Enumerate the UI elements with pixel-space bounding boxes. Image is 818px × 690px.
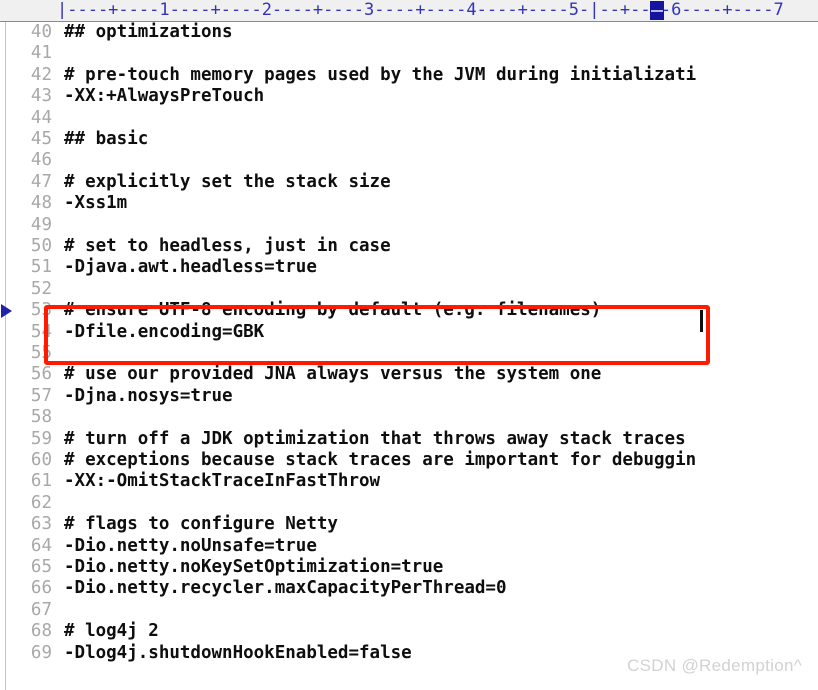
line-text[interactable]: -Dio.netty.recycler.maxCapacityPerThread… [64,578,507,599]
ruler-cursor-marker [650,1,664,20]
code-line[interactable]: 63 # flags to configure Netty [0,514,818,535]
line-number: 52 [30,278,52,299]
text-cursor-caret [700,310,703,332]
code-line[interactable]: 42 # pre-touch memory pages used by the J… [0,65,818,86]
line-number: 63 [30,514,52,535]
code-line[interactable]: 65 -Dio.netty.noKeySetOptimization=true [0,557,818,578]
line-number: 68 [30,621,52,642]
line-number: 44 [30,107,52,128]
ruler-scale-text: |----+----1----+----2----+----3----+----… [57,0,784,21]
line-text[interactable]: ## optimizations [64,22,233,43]
line-text[interactable]: # turn off a JDK optimization that throw… [64,429,686,450]
code-line[interactable]: 45 ## basic [0,129,818,150]
line-number: 62 [30,492,52,513]
code-line[interactable]: 54 -Dfile.encoding=GBK [0,322,818,343]
line-text[interactable]: # flags to configure Netty [64,514,338,535]
line-text[interactable]: -Dio.netty.noKeySetOptimization=true [64,557,443,578]
line-number: 47 [30,171,52,192]
line-number: 48 [30,193,52,214]
column-ruler: |----+----1----+----2----+----3----+----… [0,0,818,22]
line-number: 46 [30,150,52,171]
line-text[interactable]: -Djna.nosys=true [64,386,233,407]
line-text[interactable]: ## basic [64,129,148,150]
code-line[interactable]: 68 # log4j 2 [0,621,818,642]
code-line[interactable]: 61 -XX:-OmitStackTraceInFastThrow [0,471,818,492]
ruler-cursor-tick [651,10,663,12]
line-number: 55 [30,343,52,363]
code-line[interactable]: 56 # use our provided JNA always versus t… [0,364,818,385]
line-number: 40 [30,22,52,42]
line-number: 69 [30,642,52,663]
code-line[interactable]: 44 [0,108,818,129]
code-line[interactable]: 52 [0,279,818,300]
code-line[interactable]: 66 -Dio.netty.recycler.maxCapacityPerThre… [0,578,818,599]
line-text[interactable]: # log4j 2 [64,621,159,642]
line-number: 51 [30,257,52,278]
bookmark-arrow-icon[interactable] [1,303,12,318]
code-lines-container[interactable]: 40 ## optimizations 41 42 # pre-touch memory… [0,22,818,690]
line-text[interactable]: # use our provided JNA always versus the… [64,364,601,385]
line-text[interactable]: -Djava.awt.headless=true [64,257,317,278]
watermark-label: CSDN @Redemption^ [627,656,802,675]
line-number: 50 [30,236,52,256]
line-text[interactable]: -Xss1m [64,193,127,214]
line-text[interactable]: # set to headless, just in case [64,236,391,257]
line-text[interactable]: -XX:-OmitStackTraceInFastThrow [64,471,380,492]
code-editor[interactable]: |----+----1----+----2----+----3----+----… [0,0,818,690]
code-line[interactable]: 53 # ensure UTF-8 encoding by default (e.… [0,300,818,321]
ruler-gutter-spacer [0,0,57,21]
line-text[interactable]: -Dfile.encoding=GBK [64,322,264,343]
line-number: 60 [30,450,52,470]
line-number: 64 [30,535,52,556]
code-line[interactable]: 41 [0,43,818,64]
code-line[interactable]: 55 [0,343,818,364]
code-line[interactable]: 47 # explicitly set the stack size [0,172,818,193]
line-number: 59 [30,428,52,449]
code-line[interactable]: 40 ## optimizations [0,22,818,43]
code-line[interactable]: 49 [0,215,818,236]
code-line[interactable]: 60 # exceptions because stack traces are … [0,450,818,471]
code-line[interactable]: 58 [0,407,818,428]
line-number: 66 [30,578,52,599]
line-number: 58 [30,407,52,428]
code-line[interactable]: 59 # turn off a JDK optimization that thr… [0,429,818,450]
line-number: 67 [30,599,52,620]
code-line[interactable]: 57 -Djna.nosys=true [0,386,818,407]
line-text[interactable]: -XX:+AlwaysPreTouch [64,86,264,107]
line-text[interactable]: # ensure UTF-8 encoding by default (e.g.… [64,300,601,321]
code-line[interactable]: 67 [0,600,818,621]
code-line[interactable]: 62 [0,493,818,514]
code-line[interactable]: 50 # set to headless, just in case [0,236,818,257]
code-line[interactable]: 64 -Dio.netty.noUnsafe=true [0,536,818,557]
line-number: 43 [30,86,52,107]
line-number: 56 [30,364,52,385]
line-number: 45 [30,129,52,149]
line-number: 49 [30,214,52,235]
code-line[interactable]: 46 [0,150,818,171]
code-line[interactable]: 43 -XX:+AlwaysPreTouch [0,86,818,107]
line-text[interactable]: # exceptions because stack traces are im… [64,450,696,471]
line-number: 42 [30,64,52,85]
line-number: 61 [30,471,52,492]
line-text[interactable]: # pre-touch memory pages used by the JVM… [64,65,696,86]
code-line[interactable]: 51 -Djava.awt.headless=true [0,257,818,278]
line-text[interactable]: -Dio.netty.noUnsafe=true [64,536,317,557]
line-number: 54 [30,321,52,342]
line-text[interactable]: -Dlog4j.shutdownHookEnabled=false [64,643,412,664]
line-number: 65 [30,557,52,577]
line-number: 57 [30,385,52,406]
line-number: 41 [30,43,52,64]
code-line[interactable]: 48 -Xss1m [0,193,818,214]
line-text[interactable]: # explicitly set the stack size [64,172,391,193]
